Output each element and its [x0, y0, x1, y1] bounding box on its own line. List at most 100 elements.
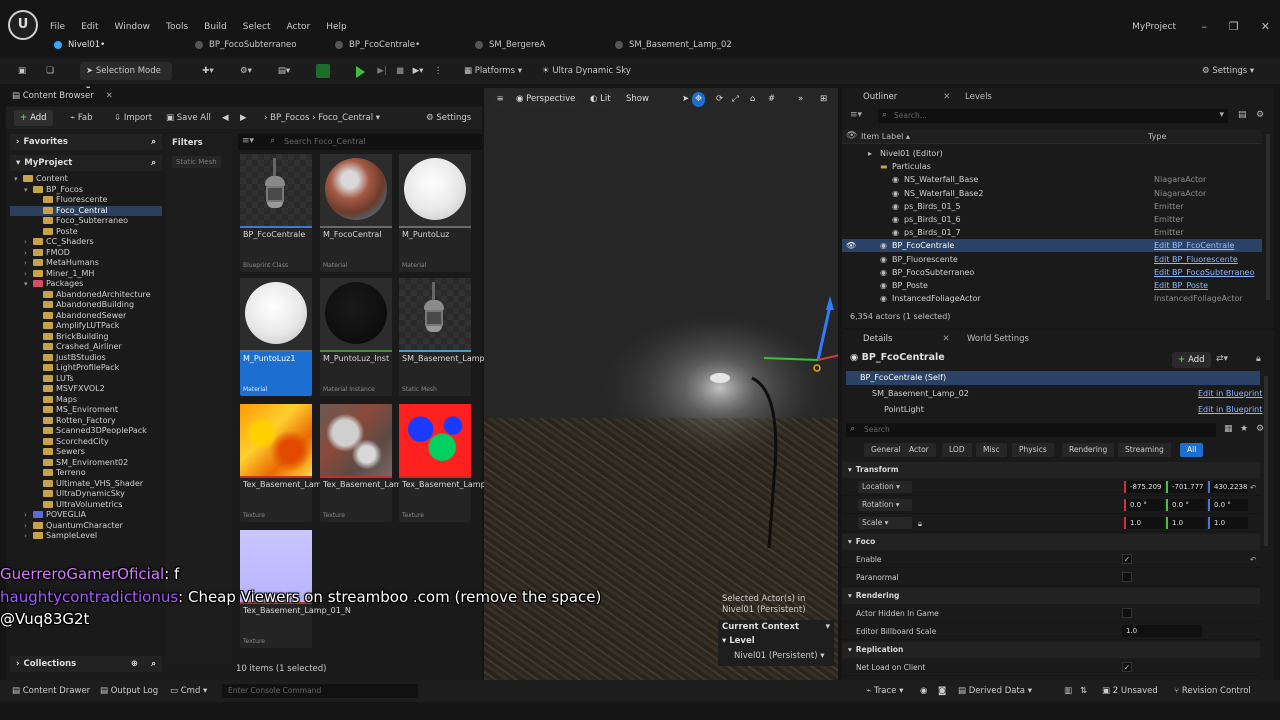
tab-details[interactable]: Details ✕ [846, 330, 950, 348]
menu-file[interactable]: File [50, 22, 65, 32]
surface-snap-icon[interactable]: ⌂ [744, 92, 761, 107]
folder-item[interactable]: Terreno [10, 468, 162, 479]
filter-tab[interactable]: Actor [902, 443, 936, 457]
outliner-row[interactable]: ◉ InstancedFoliageActor InstancedFoliageAc… [842, 292, 1262, 305]
content-browser-tab[interactable]: ▤ Content Browser ✕ [6, 88, 482, 106]
filter-tab[interactable]: Streaming [1118, 443, 1171, 457]
net-load-checkbox[interactable]: ✓ [1122, 662, 1132, 672]
outliner-search[interactable]: ⌕ Search... ▾ [878, 109, 1228, 123]
outliner-row[interactable]: ◉ BP_FocoSubterraneo Edit BP_FocoSubterran… [842, 266, 1262, 279]
search-icon[interactable]: ⌕ [151, 656, 156, 672]
details-search[interactable]: ⌕ Search [846, 423, 1216, 437]
filter-tab[interactable]: Misc [976, 443, 1007, 457]
rotation-dropdown[interactable]: Rotation ▾ [858, 499, 912, 511]
folder-item[interactable]: Maps [10, 395, 162, 406]
asset-tile[interactable]: M_FocoCentral Material [320, 154, 392, 272]
outliner-row[interactable]: ◉ BP_Poste Edit BP_Poste [842, 279, 1262, 292]
fab-button[interactable]: ⌁ Fab [64, 110, 99, 126]
stats-icon[interactable]: ▥ [1064, 684, 1072, 698]
location-dropdown[interactable]: Location ▾ [858, 481, 912, 493]
folder-item[interactable]: ScorchedCity [10, 437, 162, 448]
chevron-right-icon[interactable]: › [24, 248, 33, 259]
outliner-row[interactable]: ◉ ps_Birds_01_7 Emitter [842, 226, 1262, 239]
folder-item[interactable]: Foco_Central [10, 205, 162, 216]
edit-blueprint-link[interactable]: Edit BP_FcoCentrale [1154, 239, 1234, 252]
tab-nivel01[interactable]: Nivel01• [52, 38, 182, 54]
tab-bp-fcocentrale[interactable]: BP_FcoCentrale• [333, 38, 463, 54]
folder-item[interactable]: › Miner_1_MH [10, 269, 162, 280]
outliner-row[interactable]: ▬ Particulas [842, 160, 1262, 173]
trace-button[interactable]: ⌁ Trace ▾ [866, 684, 903, 698]
menu-actor[interactable]: Actor [287, 22, 311, 32]
stop-icon[interactable]: ■ [394, 62, 406, 80]
col-item-label[interactable]: Item Label ▴ [861, 132, 910, 141]
folder-item[interactable]: Fluorescente [10, 195, 162, 206]
folder-item[interactable]: SM_Enviroment02 [10, 458, 162, 469]
record-icon[interactable]: ◉ [920, 684, 927, 698]
scale-x[interactable]: 1.0 [1124, 517, 1164, 529]
edit-in-blueprint-link[interactable]: Edit in Blueprint [1198, 403, 1262, 417]
component-row[interactable]: SM_Basement_Lamp_02 Edit in Blueprint [846, 387, 1262, 401]
play-icon[interactable] [356, 66, 365, 84]
outliner-row[interactable]: ◉ ps_Birds_01_6 Emitter [842, 213, 1262, 226]
more-icon[interactable]: ⋮ [432, 62, 444, 80]
edit-in-blueprint-link[interactable]: Edit in Blueprint [1198, 387, 1262, 401]
replication-section[interactable]: ▾ Replication [842, 642, 1260, 658]
transform-section[interactable]: ▾ Transform [842, 462, 1260, 478]
step-icon[interactable]: ▶| [376, 62, 388, 80]
folder-item[interactable]: ▾ BP_Focos [10, 185, 162, 196]
menu-tools[interactable]: Tools [166, 22, 188, 32]
add-component-button[interactable]: Add [1172, 352, 1211, 368]
folder-item[interactable]: Ultimate_VHS_Shader [10, 479, 162, 490]
close-icon[interactable]: ✕ [942, 334, 949, 344]
filter-icon[interactable]: ≡▾ [850, 110, 862, 120]
settings-icon[interactable]: ⚙ [1256, 110, 1264, 120]
chevron-down-icon[interactable]: ▾ [376, 113, 380, 123]
folder-item[interactable]: Poste [10, 227, 162, 238]
search-icon[interactable]: ⌕ [151, 134, 156, 150]
scale-icon[interactable]: ⤢ [726, 92, 745, 107]
gizmo-z-axis[interactable] [816, 305, 832, 361]
chevron-down-icon[interactable]: ▾ [24, 279, 33, 290]
search-icon[interactable]: ⌕ [151, 155, 156, 171]
folder-item[interactable]: Sewers [10, 447, 162, 458]
settings-button[interactable]: ⚙ Settings ▾ [1202, 62, 1254, 80]
folder-item[interactable]: AmplifyLUTPack [10, 321, 162, 332]
close-icon[interactable]: ✕ [106, 91, 113, 101]
chevron-right-icon[interactable]: › [24, 521, 33, 532]
add-actor-icon[interactable]: ✚▾ [198, 62, 218, 80]
minimize-icon[interactable]: – [1201, 20, 1207, 33]
scale-dropdown[interactable]: Scale ▾ [858, 517, 912, 529]
component-row[interactable]: PointLight Edit in Blueprint [846, 403, 1262, 417]
chevron-down-icon[interactable]: ▾ [1219, 110, 1224, 120]
source-control-icon[interactable]: ⇅ [1080, 684, 1087, 698]
reset-icon[interactable]: ↶ [1250, 551, 1256, 568]
breadcrumb-item[interactable]: Foco_Central [318, 113, 373, 123]
menu-window[interactable]: Window [115, 22, 151, 32]
reset-icon[interactable]: ↶ [1250, 479, 1256, 496]
details-search-input[interactable]: Search [864, 425, 890, 434]
outliner-row[interactable]: ◉ NS_Waterfall_Base NiagaraActor [842, 173, 1262, 186]
blueprint-menu-icon[interactable]: ⚙▾ [234, 62, 258, 80]
launch-icon[interactable]: ▶▾ [412, 62, 424, 80]
asset-tile[interactable]: Tex_Basement_Lamp_01_D Texture [320, 404, 431, 522]
content-drawer-button[interactable]: ▤ Content Drawer [12, 684, 90, 698]
chevron-down-icon[interactable]: ▾ [24, 185, 33, 196]
save-all-button[interactable]: ▣ Save All [160, 110, 217, 126]
back-icon[interactable]: ◀ [216, 110, 235, 126]
gizmo-x-axis[interactable] [817, 354, 838, 361]
chevron-right-icon[interactable]: » [792, 92, 809, 107]
details-scrollbar[interactable] [1264, 376, 1268, 546]
hidden-in-game-checkbox[interactable] [1122, 608, 1132, 618]
gear-icon[interactable]: ⚙ [1256, 424, 1264, 434]
menu-edit[interactable]: Edit [81, 22, 98, 32]
rotation-x[interactable]: 0.0 ° [1124, 499, 1164, 511]
billboard-scale-input[interactable]: 1.0 [1122, 625, 1202, 637]
lit-button[interactable]: ◐ Lit [584, 92, 617, 107]
folder-item[interactable]: › CC_Shaders [10, 237, 162, 248]
star-icon[interactable]: ★ [1240, 424, 1248, 434]
hamburger-icon[interactable]: ≡ [490, 92, 510, 107]
edit-blueprint-link[interactable]: Edit BP_Fluorescente [1154, 253, 1238, 266]
camera-icon[interactable]: ◙ [938, 684, 946, 698]
table-view-icon[interactable]: ▦ [1224, 424, 1233, 434]
